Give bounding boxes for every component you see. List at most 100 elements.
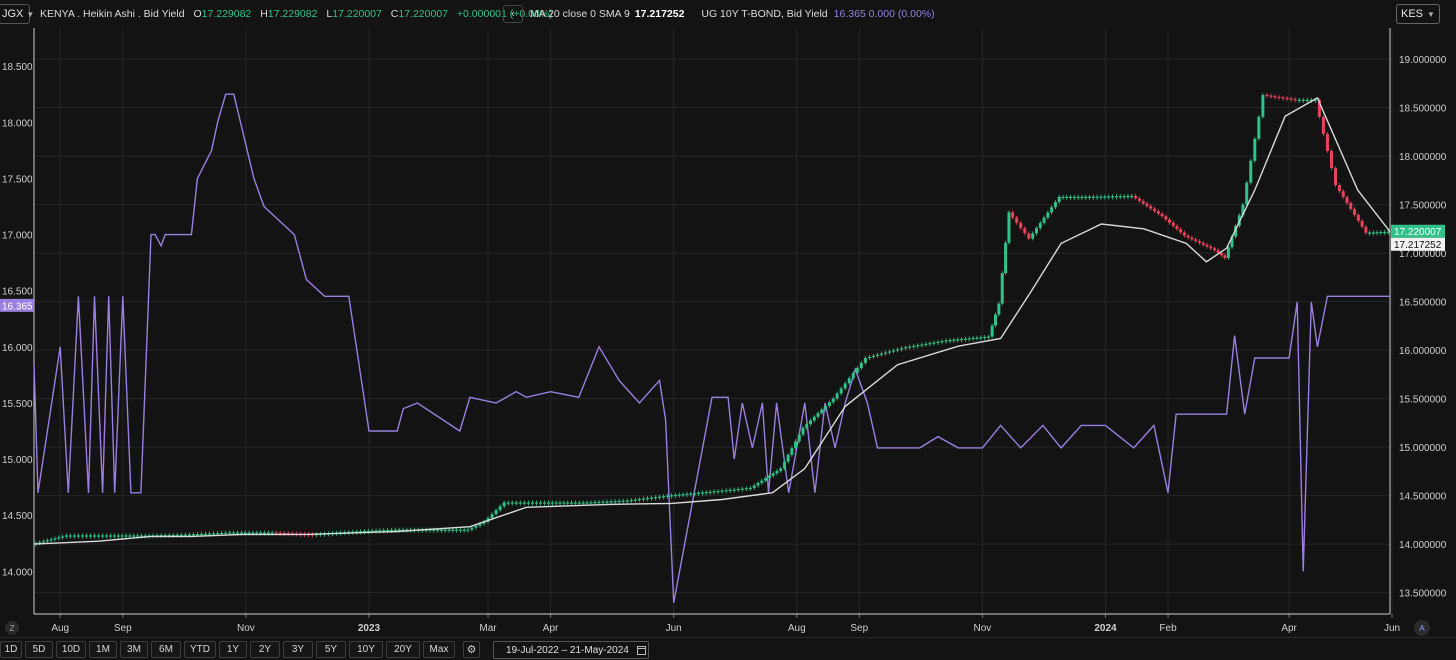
range-settings-button[interactable]: ⚙ [463, 641, 480, 658]
range-button-1m[interactable]: 1M [89, 641, 117, 658]
compare-series [33, 93, 1390, 603]
candle [1368, 232, 1372, 234]
chart-canvas[interactable]: Aug Sep Nov 2023 Mar Apr Jun Aug Sep Nov 2024 Feb Ap… [0, 0, 1456, 660]
symbol-selector[interactable]: JGX ▼ [0, 4, 34, 24]
candle [605, 501, 609, 503]
candle [1027, 233, 1031, 239]
candle [633, 499, 637, 501]
candle [1281, 97, 1285, 99]
candle [1223, 255, 1227, 258]
candle [1057, 196, 1061, 203]
candle [187, 534, 191, 536]
range-button-6m[interactable]: 6M [151, 641, 181, 658]
candle [779, 468, 783, 471]
candle [1023, 228, 1027, 234]
candle [247, 532, 251, 534]
candle [239, 532, 243, 534]
candle [1072, 196, 1076, 199]
candle [550, 502, 554, 504]
range-button-10y[interactable]: 10Y [349, 641, 383, 658]
zoom-button[interactable]: Z [5, 621, 19, 635]
candle [494, 510, 498, 515]
range-button-5d[interactable]: 5D [25, 641, 53, 658]
candle [1118, 196, 1122, 198]
candle [1114, 196, 1118, 198]
candle [963, 338, 967, 340]
chart-area[interactable]: Aug Sep Nov 2023 Mar Apr Jun Aug Sep Nov 2024 Feb Ap… [0, 0, 1456, 660]
candle [693, 493, 697, 495]
candle [554, 502, 558, 504]
candle [1111, 196, 1115, 198]
candle [896, 349, 900, 351]
candle [466, 529, 470, 531]
high-label: H [260, 8, 268, 20]
candle [1015, 217, 1019, 223]
candle [617, 500, 621, 503]
candle [1261, 94, 1265, 117]
x-tick-label: 2023 [358, 623, 381, 634]
main-series-legend[interactable]: KENYA . Heikin Ashi . Bid Yield O17.2290… [40, 8, 553, 20]
candle [609, 501, 613, 503]
range-button-1d[interactable]: 1D [0, 641, 22, 658]
candle [940, 341, 944, 343]
y-right-tick-label: 14.000000 [1399, 540, 1447, 551]
candle [983, 336, 987, 339]
range-button-3m[interactable]: 3M [120, 641, 148, 658]
series-title: KENYA . Heikin Ashi . Bid Yield [40, 8, 185, 20]
candle [53, 538, 57, 540]
x-tick-label: Apr [1281, 623, 1297, 634]
candle [1345, 197, 1349, 203]
x-tick-label: Jun [1384, 623, 1400, 634]
indicator-legend[interactable]: MA 20 close 0 SMA 9 17.217252 UG 10Y T-BO… [530, 8, 935, 20]
candle [1269, 95, 1273, 97]
candle [1360, 220, 1364, 227]
currency-selector[interactable]: KES ▼ [1396, 4, 1440, 24]
candle [597, 501, 601, 504]
range-button-20y[interactable]: 20Y [386, 641, 420, 658]
x-tick-label: Sep [850, 623, 868, 634]
collapse-legend-button[interactable]: ‹ [503, 5, 523, 23]
candle [566, 502, 570, 504]
candle [42, 541, 46, 543]
candle [831, 398, 835, 403]
candle [748, 487, 752, 490]
candle [1137, 198, 1141, 201]
candle [912, 345, 916, 348]
range-button-2y[interactable]: 2Y [250, 641, 280, 658]
candle [136, 535, 140, 537]
ma-label: MA 20 close 0 SMA 9 [530, 8, 630, 20]
range-button-3y[interactable]: 3Y [283, 641, 313, 658]
candle [805, 424, 809, 428]
chevron-down-icon: ▼ [1427, 9, 1435, 19]
candle [808, 420, 812, 425]
calendar-icon [636, 645, 646, 655]
candle [677, 494, 681, 496]
candle [801, 427, 805, 435]
candle [1050, 207, 1054, 213]
compare-price-label: 16.365 [2, 301, 33, 312]
date-range-picker[interactable]: 19-Jul-2022 – 21-May-2024 [493, 641, 649, 659]
range-button-ytd[interactable]: YTD [184, 641, 216, 658]
range-button-5y[interactable]: 5Y [316, 641, 346, 658]
candle [673, 494, 677, 497]
candle [101, 535, 105, 537]
candle [971, 337, 975, 340]
range-button-1y[interactable]: 1Y [219, 641, 247, 658]
candle [68, 535, 72, 537]
range-button-max[interactable]: Max [423, 641, 455, 658]
candle [641, 498, 645, 500]
candle [204, 533, 208, 535]
candle [458, 529, 462, 531]
compare-value: 16.365 0.000 (0.00%) [833, 8, 935, 20]
candle [771, 473, 775, 476]
candle [530, 502, 534, 504]
y-left-tick-label: 17.500 [2, 174, 33, 185]
range-button-10d[interactable]: 10D [56, 641, 86, 658]
candle [266, 532, 270, 534]
candle [952, 339, 956, 341]
candle [1007, 212, 1011, 243]
last-price-label: 17.220007 [1394, 227, 1442, 238]
candle [1091, 196, 1095, 198]
candle [382, 530, 386, 532]
auto-scale-button[interactable]: A [1414, 620, 1430, 636]
